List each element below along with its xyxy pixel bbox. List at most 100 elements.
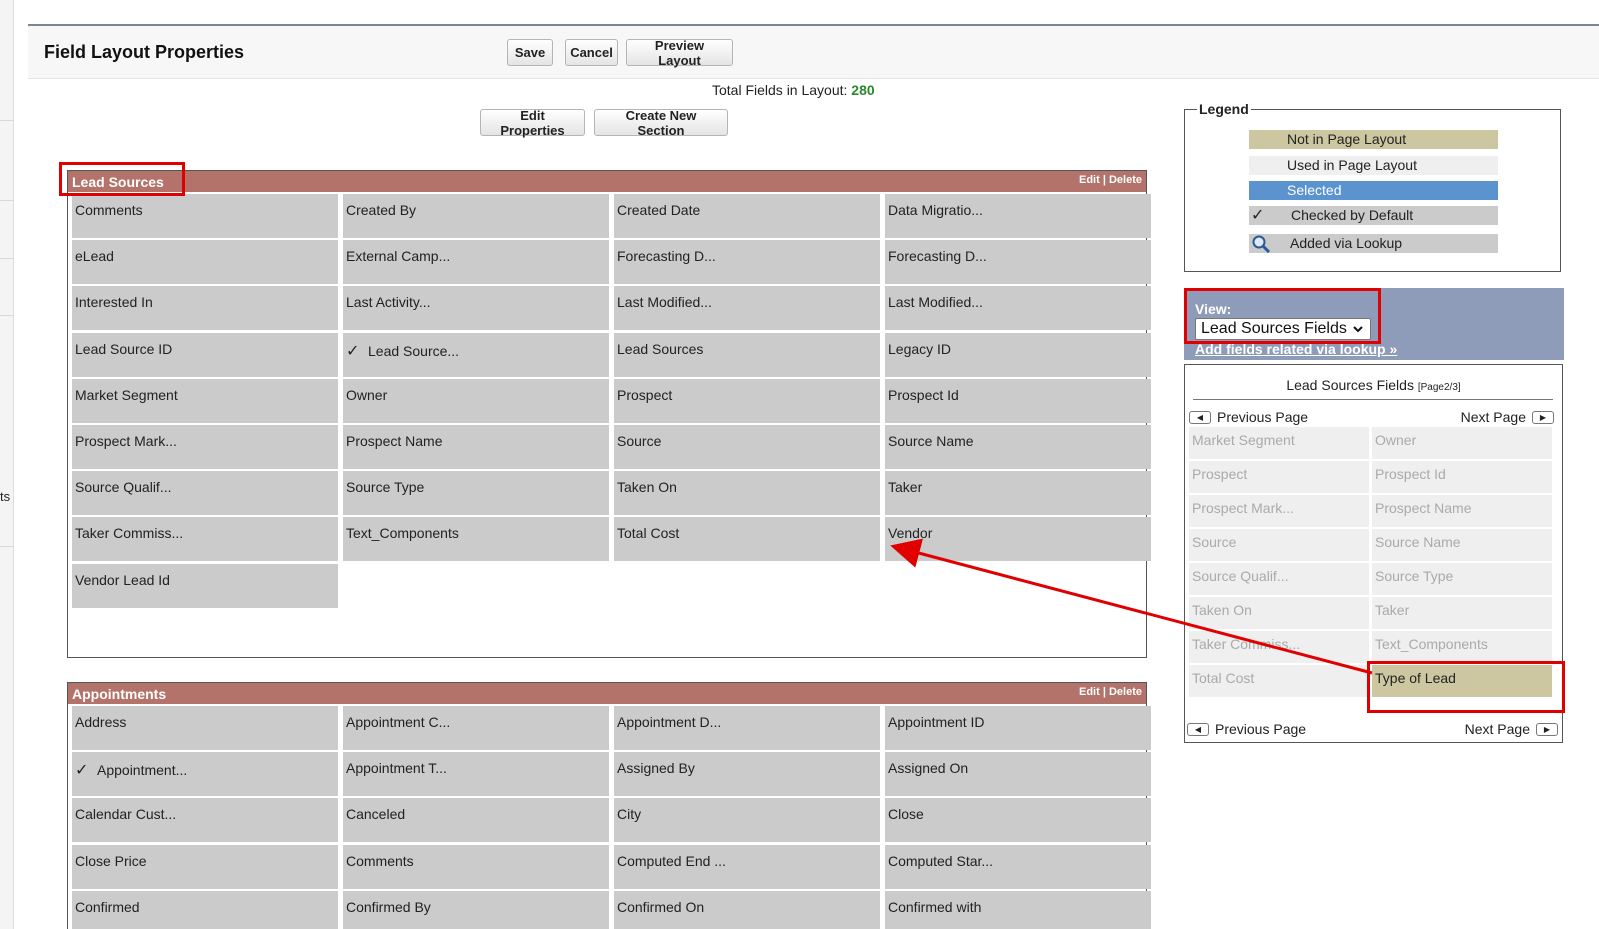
layout-field[interactable]: eLead — [72, 240, 338, 284]
section-edit-link[interactable]: Edit — [1079, 174, 1100, 186]
layout-field[interactable]: Prospect Id — [885, 379, 1151, 423]
layout-field[interactable]: ✓ Appointment... — [72, 752, 338, 796]
legend-box: Legend Not in Page Layout Used in Page L… — [1184, 101, 1561, 272]
layout-field[interactable]: Last Activity... — [343, 286, 609, 330]
layout-field[interactable]: Appointment C... — [343, 706, 609, 750]
section-edit-link[interactable]: Edit — [1079, 686, 1100, 698]
layout-field[interactable]: Calendar Cust... — [72, 798, 338, 842]
layout-field[interactable]: Close Price — [72, 845, 338, 889]
layout-field[interactable]: Address — [72, 706, 338, 750]
palette-next-page-bottom[interactable]: Next Page ▶ — [1465, 721, 1558, 737]
cancel-button[interactable]: Cancel — [565, 39, 618, 66]
save-button[interactable]: Save — [507, 39, 553, 66]
palette-field[interactable]: Taker Commiss... — [1189, 631, 1369, 663]
palette-field[interactable]: Taker — [1372, 597, 1552, 629]
field-label: Prospect Id — [888, 387, 959, 403]
layout-field[interactable]: Assigned On — [885, 752, 1151, 796]
layout-field[interactable]: Source Type — [343, 471, 609, 515]
palette-field[interactable]: Prospect Name — [1372, 495, 1552, 527]
layout-field[interactable]: Lead Sources — [614, 333, 880, 377]
layout-field[interactable]: Close — [885, 798, 1151, 842]
layout-field[interactable]: City — [614, 798, 880, 842]
layout-field[interactable]: Last Modified... — [614, 286, 880, 330]
palette-field[interactable]: Total Cost — [1189, 665, 1369, 697]
palette-field-type-of-lead[interactable]: Type of Lead — [1372, 665, 1552, 697]
layout-field[interactable]: Appointment ID — [885, 706, 1151, 750]
layout-field[interactable]: Computed Star... — [885, 845, 1151, 889]
palette-field[interactable]: Source Type — [1372, 563, 1552, 595]
layout-field[interactable]: Prospect Mark... — [72, 425, 338, 469]
layout-field[interactable]: Confirmed On — [614, 891, 880, 929]
palette-field[interactable]: Market Segment — [1189, 427, 1369, 459]
layout-field[interactable]: Comments — [72, 194, 338, 238]
layout-field[interactable]: Data Migratio... — [885, 194, 1151, 238]
layout-field[interactable]: Source Name — [885, 425, 1151, 469]
layout-field[interactable]: Created By — [343, 194, 609, 238]
layout-field[interactable]: Taker — [885, 471, 1151, 515]
palette-field[interactable]: Prospect Id — [1372, 461, 1552, 493]
layout-field[interactable]: Lead Source ID — [72, 333, 338, 377]
total-fields-label: Total Fields in Layout: — [712, 82, 848, 98]
field-label: Last Activity... — [346, 294, 431, 310]
preview-layout-button[interactable]: Preview Layout — [626, 38, 733, 68]
palette-field[interactable]: Owner — [1372, 427, 1552, 459]
layout-field[interactable]: Taker Commiss... — [72, 517, 338, 561]
field-label: Appointment ID — [888, 714, 985, 730]
view-select[interactable]: Lead Sources Fields — [1195, 318, 1371, 340]
layout-field[interactable]: Confirmed with — [885, 891, 1151, 929]
palette-field[interactable]: Prospect Mark... — [1189, 495, 1369, 527]
layout-field[interactable]: Vendor — [885, 517, 1151, 561]
layout-field[interactable]: Created Date — [614, 194, 880, 238]
layout-field[interactable]: Forecasting D... — [614, 240, 880, 284]
layout-field[interactable]: Legacy ID — [885, 333, 1151, 377]
palette-title: Lead Sources Fields [Page2/3] — [1185, 377, 1562, 393]
section-header[interactable]: Appointments Edit | Delete — [68, 683, 1146, 704]
layout-field[interactable]: Total Cost — [614, 517, 880, 561]
section-delete-link[interactable]: Delete — [1109, 686, 1142, 698]
layout-field[interactable]: Canceled — [343, 798, 609, 842]
section-actions: Edit | Delete — [1079, 686, 1142, 698]
layout-field[interactable]: Taken On — [614, 471, 880, 515]
layout-field[interactable]: Confirmed — [72, 891, 338, 929]
layout-field[interactable]: Interested In — [72, 286, 338, 330]
edit-properties-button[interactable]: Edit Properties — [480, 108, 585, 138]
section-delete-link[interactable]: Delete — [1109, 174, 1142, 186]
palette-field[interactable]: Source Name — [1372, 529, 1552, 561]
field-label: Market Segment — [75, 387, 178, 403]
layout-field[interactable]: ✓ Lead Source... — [343, 333, 609, 377]
palette-field[interactable]: Taken On — [1189, 597, 1369, 629]
layout-field[interactable]: Vendor Lead Id — [72, 564, 338, 608]
layout-field[interactable]: Computed End ... — [614, 845, 880, 889]
layout-field[interactable]: Text_Components — [343, 517, 609, 561]
palette-next-page-top[interactable]: Next Page ▶ — [1461, 409, 1554, 425]
layout-field[interactable]: Last Modified... — [885, 286, 1151, 330]
add-lookup-fields-link[interactable]: Add fields related via lookup » — [1195, 341, 1397, 357]
layout-field[interactable]: Owner — [343, 379, 609, 423]
field-label: Legacy ID — [888, 341, 952, 357]
palette-field[interactable]: Source Qualif... — [1189, 563, 1369, 595]
layout-field[interactable]: External Camp... — [343, 240, 609, 284]
view-selector-box: View: Lead Sources Fields Add fields rel… — [1184, 288, 1564, 360]
layout-field[interactable]: Comments — [343, 845, 609, 889]
palette-title-text: Lead Sources Fields — [1286, 377, 1414, 393]
palette-prev-page-bottom[interactable]: ◀ Previous Page — [1187, 721, 1306, 737]
layout-field[interactable]: Prospect — [614, 379, 880, 423]
palette-field[interactable]: Source — [1189, 529, 1369, 561]
layout-field[interactable]: Source Qualif... — [72, 471, 338, 515]
layout-field[interactable]: Assigned By — [614, 752, 880, 796]
create-new-section-button[interactable]: Create New Section — [594, 108, 728, 138]
field-label: Calendar Cust... — [75, 806, 177, 822]
layout-field[interactable]: Market Segment — [72, 379, 338, 423]
legend-not-in-layout: Not in Page Layout — [1249, 130, 1498, 149]
layout-field[interactable]: Source — [614, 425, 880, 469]
layout-field[interactable]: Forecasting D... — [885, 240, 1151, 284]
layout-field[interactable]: Prospect Name — [343, 425, 609, 469]
field-label: City — [617, 806, 642, 822]
palette-prev-page-top[interactable]: ◀ Previous Page — [1189, 409, 1308, 425]
layout-field[interactable]: Appointment D... — [614, 706, 880, 750]
palette-field[interactable]: Text_Components — [1372, 631, 1552, 663]
section-header[interactable]: Lead Sources Edit | Delete — [68, 171, 1146, 192]
layout-field[interactable]: Confirmed By — [343, 891, 609, 929]
palette-field[interactable]: Prospect — [1189, 461, 1369, 493]
layout-field[interactable]: Appointment T... — [343, 752, 609, 796]
